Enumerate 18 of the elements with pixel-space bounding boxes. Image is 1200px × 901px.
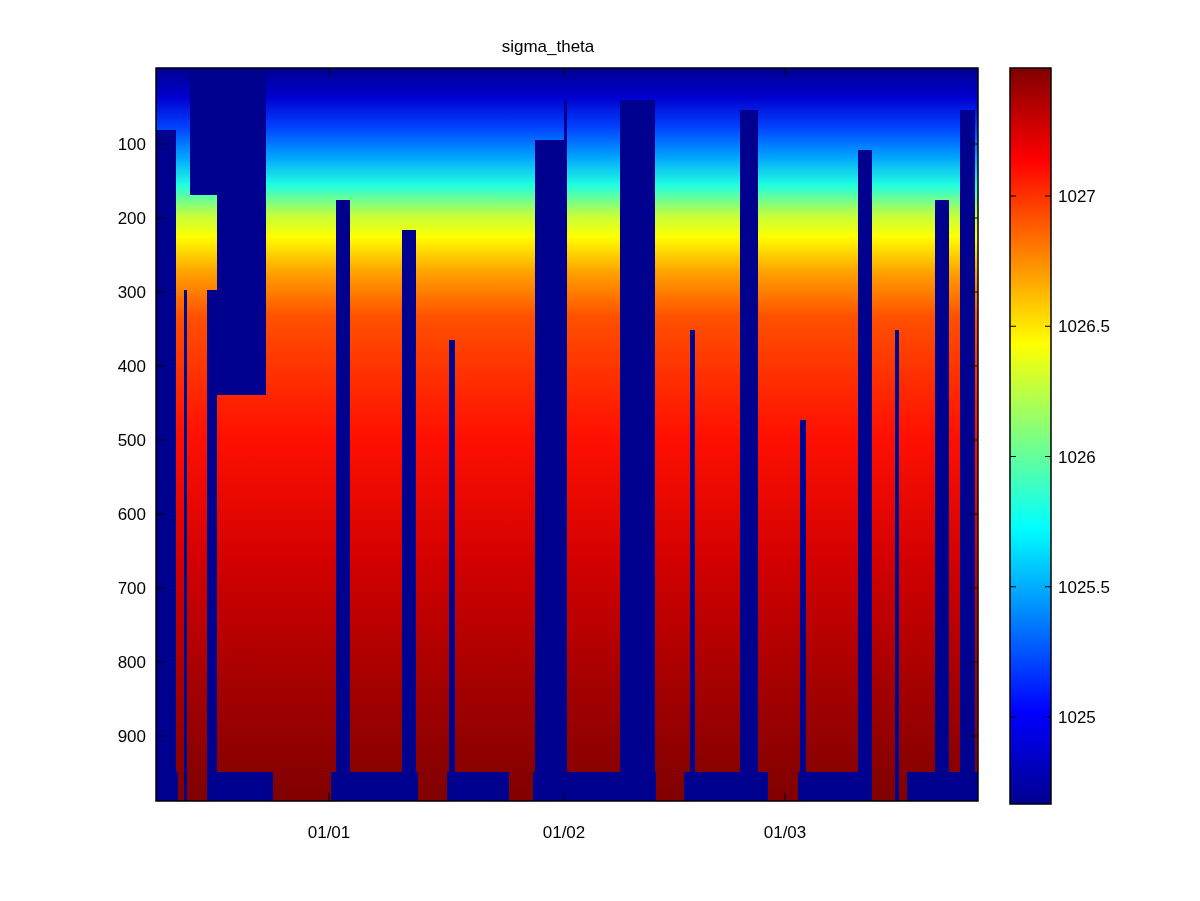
y-tick-label: 100	[117, 135, 146, 154]
colorbar-tick-label: 1025.5	[1058, 577, 1110, 597]
x-tick-label: 01/01	[307, 823, 351, 842]
y-tick-label: 300	[117, 283, 146, 302]
plot-title: sigma_theta	[501, 37, 595, 56]
y-tick-label: 500	[117, 431, 146, 450]
y-tick-label: 400	[117, 357, 146, 376]
colorbar-tick-label: 1025	[1058, 708, 1096, 727]
y-tick-label: 800	[117, 653, 146, 672]
y-tick-label: 900	[117, 727, 146, 746]
x-tick-label: 01/02	[542, 823, 586, 842]
x-tick-label: 01/03	[763, 823, 807, 842]
y-tick-label: 600	[117, 505, 146, 524]
y-tick-label: 700	[117, 579, 146, 598]
colorbar-tick-label: 1027	[1058, 187, 1096, 206]
y-tick-label: 200	[117, 209, 146, 228]
colorbar-tick-label: 1026.5	[1058, 317, 1110, 337]
colorbar-tick-label: 1026	[1058, 447, 1096, 467]
